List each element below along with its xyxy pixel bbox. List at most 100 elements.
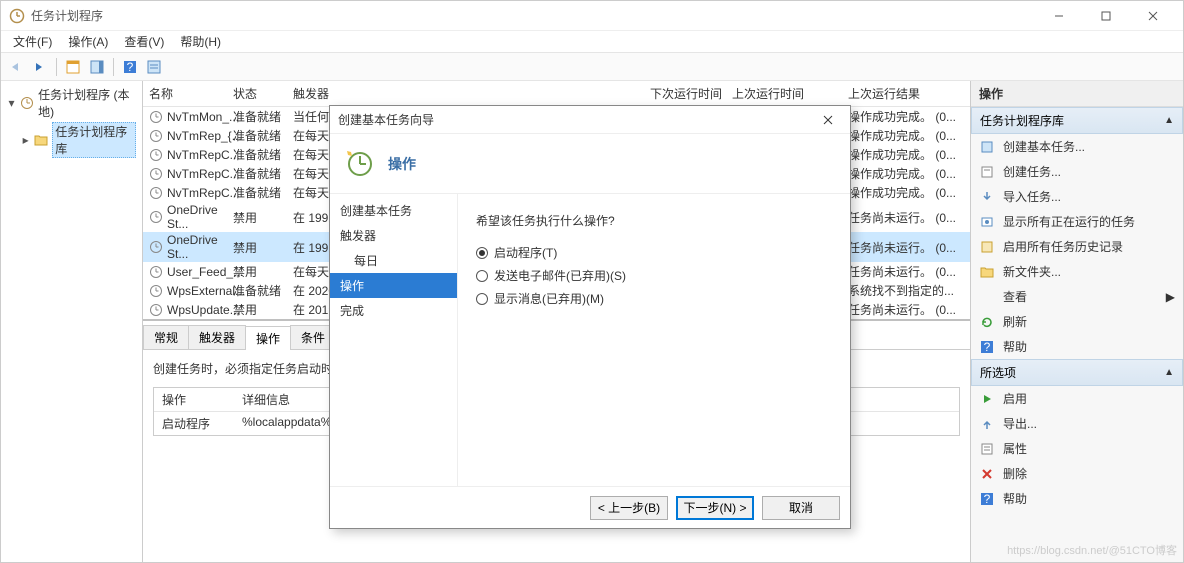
action-label: 创建任务...	[1003, 163, 1061, 180]
tree-root-label: 任务计划程序 (本地)	[38, 86, 136, 120]
show-hide-actions-button[interactable]	[86, 56, 108, 78]
step-daily[interactable]: 每日	[330, 248, 457, 273]
action-item[interactable]: ?帮助	[971, 334, 1183, 359]
action-icon: ?	[979, 491, 995, 507]
forward-button[interactable]	[29, 56, 51, 78]
col-next[interactable]: 下次运行时间	[650, 85, 732, 102]
col-result[interactable]: 上次运行结果	[848, 85, 964, 102]
svg-text:?: ?	[984, 492, 991, 506]
action-icon	[979, 164, 995, 180]
window-title: 任务计划程序	[31, 7, 1036, 24]
clock-icon	[149, 110, 163, 124]
properties-button[interactable]	[143, 56, 165, 78]
action-item[interactable]: 显示所有正在运行的任务	[971, 209, 1183, 234]
clock-icon	[149, 167, 163, 181]
task-name: NvTmRepC...	[167, 167, 240, 181]
col-status[interactable]: 状态	[233, 85, 293, 102]
dialog-close-button[interactable]	[814, 108, 842, 132]
action-item[interactable]: 启用所有任务历史记录	[971, 234, 1183, 259]
action-item[interactable]: 刷新	[971, 309, 1183, 334]
tab-actions[interactable]: 操作	[245, 326, 291, 350]
radio-run-program[interactable]: 启动程序(T)	[476, 241, 832, 264]
action-item[interactable]: ?帮助	[971, 486, 1183, 511]
radio-send-email[interactable]: 发送电子邮件(已弃用)(S)	[476, 264, 832, 287]
action-label: 启用	[1003, 390, 1027, 407]
next-button[interactable]: 下一步(N) >	[676, 496, 754, 520]
action-icon	[979, 264, 995, 280]
action-label: 属性	[1003, 440, 1027, 457]
app-icon	[20, 96, 34, 110]
col-trigger[interactable]: 触发器	[293, 85, 650, 102]
watermark: https://blog.csdn.net/@51CTO博客	[1007, 542, 1177, 558]
help-button[interactable]: ?	[119, 56, 141, 78]
task-result: 任务尚未运行。 (0...	[848, 209, 964, 226]
step-action[interactable]: 操作	[330, 273, 457, 298]
tree-root[interactable]: ▾ 任务计划程序 (本地)	[5, 85, 138, 121]
col-last[interactable]: 上次运行时间	[732, 85, 848, 102]
action-icon	[979, 391, 995, 407]
step-create[interactable]: 创建基本任务	[330, 198, 457, 223]
action-label: 新文件夹...	[1003, 263, 1061, 280]
task-result: 任务尚未运行。 (0...	[848, 239, 964, 256]
dialog-header: 操作	[330, 134, 850, 194]
chevron-right-icon: ▶	[1166, 290, 1175, 304]
clock-icon	[149, 240, 163, 254]
action-item[interactable]: 创建基本任务...	[971, 134, 1183, 159]
task-status: 禁用	[233, 239, 293, 256]
back-button[interactable]	[5, 56, 27, 78]
wizard-steps: 创建基本任务 触发器 每日 操作 完成	[330, 194, 458, 486]
action-item[interactable]: 导出...	[971, 411, 1183, 436]
dialog-footer: < 上一步(B) 下一步(N) > 取消	[330, 486, 850, 528]
radio-show-message[interactable]: 显示消息(已弃用)(M)	[476, 287, 832, 310]
menu-view[interactable]: 查看(V)	[116, 31, 172, 52]
tree-library[interactable]: ▸ 任务计划程序库	[19, 121, 138, 159]
task-result: 操作成功完成。 (0...	[848, 127, 964, 144]
task-status: 准备就绪	[233, 108, 293, 125]
action-item[interactable]: 属性	[971, 436, 1183, 461]
close-button[interactable]	[1130, 2, 1175, 30]
task-name: OneDrive St...	[167, 233, 233, 261]
task-status: 准备就绪	[233, 282, 293, 299]
show-hide-tree-button[interactable]	[62, 56, 84, 78]
action-label: 刷新	[1003, 313, 1027, 330]
task-name: NvTmMon_...	[167, 110, 239, 124]
dialog-heading: 操作	[388, 154, 416, 174]
task-name: NvTmRepC...	[167, 148, 240, 162]
action-label: 导入任务...	[1003, 188, 1061, 205]
clock-icon	[149, 186, 163, 200]
clock-icon	[149, 210, 163, 224]
action-item[interactable]: 新文件夹...	[971, 259, 1183, 284]
action-label: 启用所有任务历史记录	[1003, 238, 1123, 255]
menu-help[interactable]: 帮助(H)	[172, 31, 229, 52]
tab-general[interactable]: 常规	[143, 325, 189, 349]
action-icon	[979, 416, 995, 432]
wizard-dialog: 创建基本任务向导 操作 创建基本任务 触发器 每日 操作 完成 希望该任务执行什…	[329, 105, 851, 529]
action-item[interactable]: 删除	[971, 461, 1183, 486]
task-status: 禁用	[233, 301, 293, 318]
action-item[interactable]: 查看▶	[971, 284, 1183, 309]
tree-pane: ▾ 任务计划程序 (本地) ▸ 任务计划程序库	[1, 81, 143, 562]
actions-group-library[interactable]: 任务计划程序库 ▲	[971, 107, 1183, 134]
action-type: 启动程序	[162, 415, 242, 432]
col-name[interactable]: 名称	[149, 85, 233, 102]
action-icon	[979, 189, 995, 205]
minimize-button[interactable]	[1036, 2, 1081, 30]
tab-triggers[interactable]: 触发器	[188, 325, 246, 349]
step-trigger[interactable]: 触发器	[330, 223, 457, 248]
cancel-button[interactable]: 取消	[762, 496, 840, 520]
action-item[interactable]: 导入任务...	[971, 184, 1183, 209]
step-done[interactable]: 完成	[330, 298, 457, 323]
action-item[interactable]: 创建任务...	[971, 159, 1183, 184]
action-icon	[979, 466, 995, 482]
maximize-button[interactable]	[1083, 2, 1128, 30]
menu-file[interactable]: 文件(F)	[5, 31, 60, 52]
actions-group-selection[interactable]: 所选项 ▲	[971, 359, 1183, 386]
back-button[interactable]: < 上一步(B)	[590, 496, 668, 520]
radio-icon	[476, 270, 488, 282]
task-name: NvTmRepC...	[167, 186, 240, 200]
action-icon	[979, 314, 995, 330]
svg-text:?: ?	[984, 340, 991, 354]
actions-col-detail: 详细信息	[242, 391, 290, 408]
menu-action[interactable]: 操作(A)	[60, 31, 116, 52]
action-item[interactable]: 启用	[971, 386, 1183, 411]
